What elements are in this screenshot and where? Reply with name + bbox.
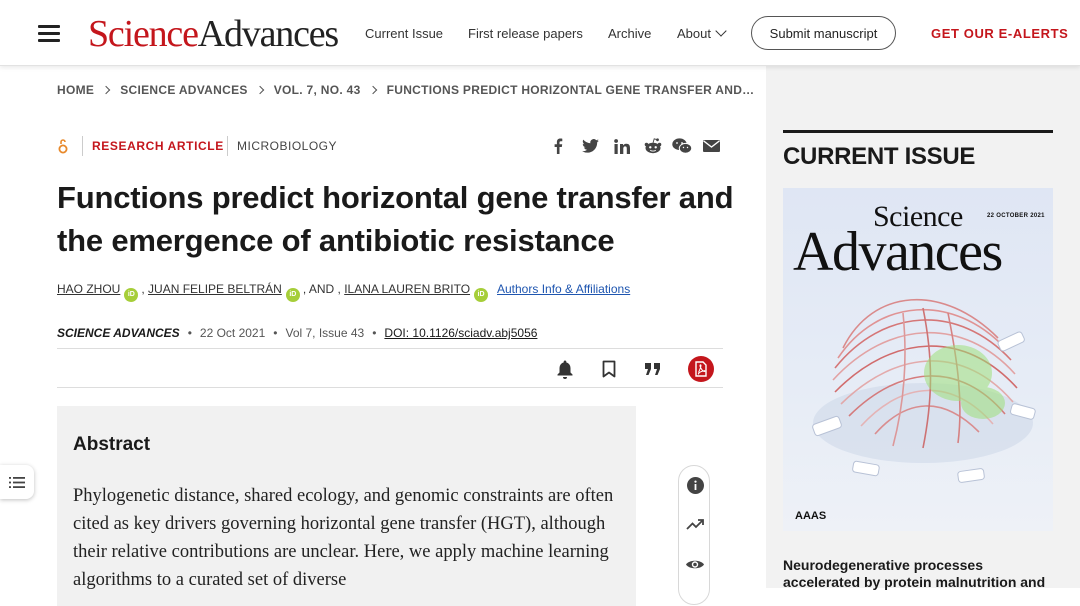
journal-cover-image[interactable]: Science 22 OCTOBER 2021 Advances AAAS — [783, 188, 1053, 531]
volume-issue[interactable]: Vol 7, Issue 43 — [285, 326, 364, 340]
logo-advances-text: Advances — [197, 13, 339, 55]
get-e-alerts-link[interactable]: GET OUR E-ALERTS — [931, 26, 1068, 41]
chevron-down-icon — [715, 25, 727, 37]
author-name[interactable]: HAO ZHOU — [57, 282, 120, 296]
nav-archive[interactable]: Archive — [608, 26, 651, 41]
divider — [57, 387, 723, 388]
info-icon[interactable] — [684, 474, 706, 496]
author-list: HAO ZHOU iD, JUAN FELIPE BELTRÁN iD, AND ,… — [57, 282, 491, 302]
divider — [57, 348, 723, 349]
top-navigation-bar: ScienceAdvances Current Issue First rele… — [0, 0, 1080, 66]
wechat-icon[interactable] — [671, 137, 693, 155]
article-type: RESEARCH ARTICLE — [92, 139, 224, 153]
eye-icon[interactable] — [684, 553, 706, 575]
nav-about[interactable]: About — [677, 25, 727, 41]
table-of-contents-button[interactable] — [0, 465, 34, 499]
breadcrumb-journal[interactable]: SCIENCE ADVANCES — [120, 83, 247, 97]
site-logo[interactable]: ScienceAdvances — [88, 13, 339, 55]
linkedin-icon[interactable] — [612, 137, 632, 155]
reddit-icon[interactable] — [643, 137, 663, 155]
current-issue-headline[interactable]: Neurodegenerative processes accelerated … — [783, 557, 1063, 591]
breadcrumb-home[interactable]: HOME — [57, 83, 94, 97]
citation-line: SCIENCE ADVANCES • 22 Oct 2021 • Vol 7, Issu… — [57, 326, 538, 340]
trending-up-icon[interactable] — [684, 513, 706, 535]
pdf-icon[interactable] — [688, 356, 714, 382]
divider — [227, 136, 228, 156]
submit-manuscript-button[interactable]: Submit manuscript — [751, 16, 896, 50]
author-separator: , — [141, 282, 145, 296]
current-issue-heading: CURRENT ISSUE — [783, 143, 976, 170]
breadcrumb-issue[interactable]: VOL. 7, NO. 43 — [274, 83, 361, 97]
orcid-icon[interactable]: iD — [124, 288, 139, 302]
breadcrumb-current: FUNCTIONS PREDICT HORIZONTAL GENE TRANSF… — [386, 83, 755, 97]
cite-quote-icon[interactable] — [641, 357, 665, 381]
facebook-icon[interactable] — [550, 137, 566, 155]
orcid-icon[interactable]: iD — [474, 288, 489, 302]
authors-info-affiliations-link[interactable]: Authors Info & Affiliations — [497, 282, 630, 296]
abstract-section: Abstract Phylogenetic distance, shared e… — [57, 406, 636, 606]
bookmark-icon[interactable] — [597, 357, 621, 381]
article-title: Functions predict horizontal gene transf… — [57, 180, 734, 258]
breadcrumb: HOME SCIENCE ADVANCES VOL. 7, NO. 43 FUNCTI… — [57, 83, 754, 97]
orcid-icon[interactable]: iD — [285, 288, 300, 302]
chevron-right-icon — [368, 85, 377, 95]
chevron-right-icon — [101, 85, 111, 95]
divider — [82, 136, 83, 156]
email-icon[interactable] — [701, 137, 721, 155]
nav-about-label: About — [677, 26, 711, 41]
doi-link[interactable]: DOI: 10.1126/sciadv.abj5056 — [384, 326, 537, 340]
author-name[interactable]: ILANA LAUREN BRITO — [344, 282, 470, 296]
nav-current-issue[interactable]: Current Issue — [365, 26, 443, 41]
cover-illustration — [812, 298, 1036, 483]
abstract-text: Phylogenetic distance, shared ecology, a… — [73, 486, 614, 590]
author-name[interactable]: JUAN FELIPE BELTRÁN — [148, 282, 282, 296]
list-icon — [9, 476, 25, 488]
cover-aaas-logo: AAAS — [795, 510, 827, 522]
chevron-right-icon — [255, 85, 264, 95]
logo-science-text: Science — [88, 13, 199, 55]
author-separator: , AND , — [302, 282, 341, 296]
menu-icon[interactable] — [38, 25, 60, 42]
article-side-toolbar — [678, 465, 710, 605]
bell-icon[interactable] — [553, 357, 577, 381]
publication-date: 22 Oct 2021 — [199, 326, 266, 340]
rail-divider — [783, 130, 1053, 133]
twitter-icon[interactable] — [580, 137, 600, 155]
nav-first-release[interactable]: First release papers — [468, 26, 583, 41]
abstract-heading: Abstract — [73, 434, 151, 455]
journal-name: SCIENCE ADVANCES — [57, 326, 180, 340]
article-subject[interactable]: MICROBIOLOGY — [237, 139, 337, 153]
open-access-icon — [58, 139, 68, 154]
